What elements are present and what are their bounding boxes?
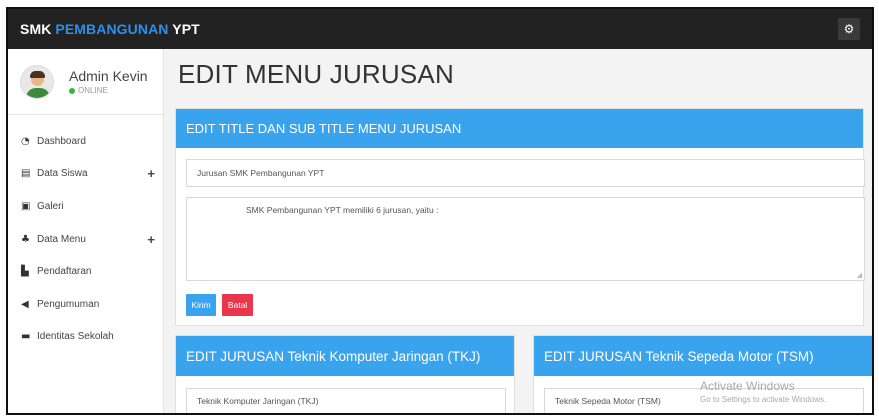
tkj-panel: EDIT JURUSAN Teknik Komputer Jaringan (T… (175, 335, 515, 413)
sidebar-item-label: Dashboard (37, 135, 86, 147)
plus-icon[interactable]: + (147, 166, 155, 181)
sitemap-icon: ♣ (21, 233, 30, 245)
watermark-subtitle: Go to Settings to activate Windows. (700, 395, 827, 404)
id-card-icon: ▬ (21, 331, 31, 343)
main-content: EDIT MENU JURUSAN EDIT TITLE DAN SUB TIT… (165, 49, 872, 413)
tkj-name-input[interactable]: Teknik Komputer Jaringan (TKJ) (186, 388, 506, 413)
submit-button[interactable]: Kirim (186, 294, 216, 316)
sidebar-item-pendaftaran[interactable]: ▙ Pendaftaran (8, 255, 163, 288)
user-info: Admin Kevin ONLINE (69, 68, 148, 95)
sidebar-item-label: Pengumuman (37, 298, 100, 310)
cancel-button[interactable]: Batal (222, 294, 253, 316)
title-panel: EDIT TITLE DAN SUB TITLE MENU JURUSAN Ju… (175, 108, 865, 326)
sidebar: Admin Kevin ONLINE ◔ Dashboard ▤ Data Sisw… (8, 49, 164, 413)
top-navbar: SMK PEMBANGUNAN YPT ⚙ (8, 9, 872, 49)
title-input[interactable]: Jurusan SMK Pembangunan YPT (186, 159, 865, 187)
image-icon: ▣ (21, 200, 31, 212)
panel-heading: EDIT JURUSAN Teknik Komputer Jaringan (T… (176, 336, 514, 376)
resize-handle-icon[interactable]: ◢ (857, 271, 862, 279)
sidebar-item-data-menu[interactable]: ♣ Data Menu + (8, 223, 163, 256)
subtitle-textarea[interactable]: SMK Pembangunan YPT memiliki 6 jurusan, … (186, 197, 865, 281)
sidebar-item-data-siswa[interactable]: ▤ Data Siswa + (8, 158, 163, 191)
sidebar-item-label: Pendaftaran (37, 266, 92, 278)
brand-suffix: YPT (168, 21, 200, 37)
sidebar-menu: ◔ Dashboard ▤ Data Siswa + ▣ Galeri ♣ Data Me… (8, 115, 163, 353)
sidebar-item-identitas-sekolah[interactable]: ▬ Identitas Sekolah (8, 321, 163, 354)
brand-prefix: SMK (20, 21, 56, 37)
sidebar-item-label: Data Menu (37, 233, 86, 245)
page-title: EDIT MENU JURUSAN (178, 59, 454, 89)
sidebar-item-label: Galeri (37, 200, 64, 212)
brand-logo[interactable]: SMK PEMBANGUNAN YPT (20, 21, 200, 37)
database-icon: ▤ (21, 168, 31, 180)
brand-accent: PEMBANGUNAN (55, 21, 169, 37)
sidebar-item-galeri[interactable]: ▣ Galeri (8, 190, 163, 223)
browser-frame: SMK PEMBANGUNAN YPT ⚙ Admin Kevin ONLINE… (6, 7, 874, 415)
panel-heading: EDIT JURUSAN Teknik Sepeda Motor (TSM) (534, 336, 872, 376)
activate-windows-watermark: Activate Windows Go to Settings to activ… (700, 379, 826, 404)
dashboard-icon: ◔ (21, 135, 30, 147)
user-panel: Admin Kevin ONLINE (8, 49, 163, 115)
sidebar-item-dashboard[interactable]: ◔ Dashboard (8, 125, 163, 158)
sidebar-item-pengumuman[interactable]: ◀ Pengumuman (8, 288, 163, 321)
watermark-title: Activate Windows (700, 379, 795, 393)
gear-icon: ⚙ (843, 22, 855, 36)
avatar (20, 64, 54, 99)
online-dot-icon (69, 87, 75, 94)
user-status-label: ONLINE (78, 86, 108, 95)
sidebar-item-label: Identitas Sekolah (37, 331, 114, 343)
file-icon: ▙ (21, 266, 29, 278)
user-status: ONLINE (69, 86, 148, 95)
sidebar-item-label: Data Siswa (37, 168, 88, 180)
bullhorn-icon: ◀ (21, 298, 29, 310)
settings-button[interactable]: ⚙ (838, 18, 860, 40)
subtitle-text: SMK Pembangunan YPT memiliki 6 jurusan, … (246, 205, 439, 215)
panel-heading: EDIT TITLE DAN SUB TITLE MENU JURUSAN (176, 109, 863, 148)
plus-icon[interactable]: + (147, 232, 155, 247)
user-name: Admin Kevin (69, 68, 148, 84)
